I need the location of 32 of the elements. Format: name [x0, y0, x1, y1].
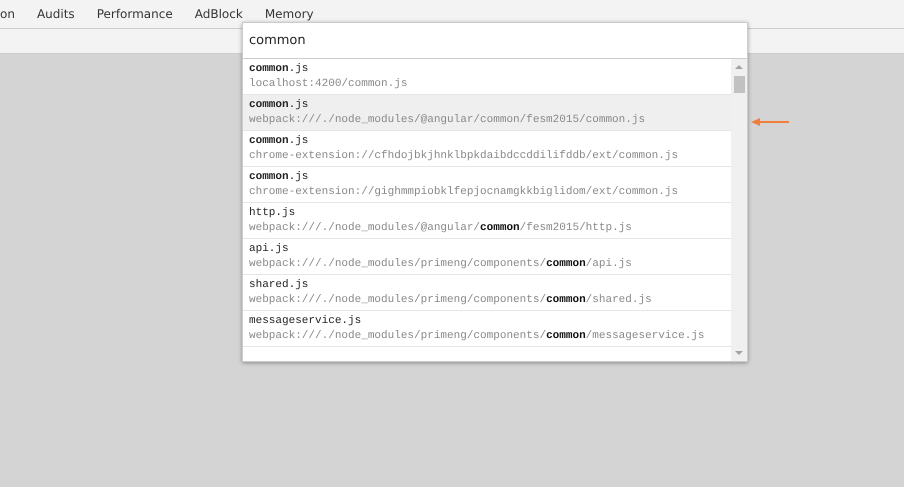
result-item[interactable]: api.js webpack:///./node_modules/primeng/components/common/api.js: [243, 239, 731, 275]
file-name: shared.js: [249, 278, 308, 293]
panel-tab[interactable]: Performance: [86, 0, 184, 28]
file-name: common.js: [249, 62, 308, 77]
result-item[interactable]: common.js webpack:///./node_modules/@angular/common/fesm2015/common.js: [243, 95, 731, 131]
file-path: localhost:4200/common.js: [249, 77, 408, 92]
file-name: messageservice.js: [249, 314, 362, 329]
file-name: api.js: [249, 242, 289, 257]
search-field[interactable]: common: [243, 23, 747, 59]
panel-tab[interactable]: on: [0, 0, 26, 28]
file-path: webpack:///./node_modules/@angular/common/fesm2015/common.js: [249, 113, 646, 128]
file-name: common.js: [249, 170, 308, 185]
file-name: common.js: [249, 98, 308, 113]
file-path: webpack:///./node_modules/@angular/common/fesm2015/http.js: [249, 221, 632, 236]
file-path: webpack:///./node_modules/primeng/components/common/messageservice.js: [249, 329, 704, 344]
result-item[interactable]: http.js webpack:///./node_modules/@angular/common/fesm2015/http.js: [243, 203, 731, 239]
file-name: common.js: [249, 134, 308, 149]
result-item[interactable]: common.js chrome-extension://gighmmpiobklfepjocnamgkkbiglidom/ext/common.js: [243, 167, 731, 203]
file-name: http.js: [249, 206, 296, 221]
result-item[interactable]: shared.js webpack:///./node_modules/primeng/components/common/shared.js: [243, 275, 731, 311]
file-path: chrome-extension://gighmmpiobklfepjocnamgkkbiglidom/ext/common.js: [249, 185, 678, 200]
scroll-down-icon[interactable]: [735, 351, 743, 355]
scroll-up-icon[interactable]: [735, 65, 743, 69]
file-path: webpack:///./node_modules/primeng/components/common/shared.js: [249, 293, 652, 308]
result-item[interactable]: common.js chrome-extension://cfhdojbkjhnklbpkdaibdccddilifddb/ext/common.js: [243, 131, 731, 167]
file-path: webpack:///./node_modules/primeng/components/common/api.js: [249, 257, 632, 272]
scrollbar[interactable]: [731, 59, 747, 361]
file-path: chrome-extension://cfhdojbkjhnklbpkdaibdccddilifddb/ext/common.js: [249, 149, 678, 164]
scroll-thumb[interactable]: [734, 76, 745, 93]
arrow-drawing: [751, 118, 789, 126]
panel-tab[interactable]: Audits: [26, 0, 86, 28]
result-item[interactable]: messageservice.js webpack:///./node_modules/primeng/components/common/messageservice.js: [243, 311, 731, 347]
